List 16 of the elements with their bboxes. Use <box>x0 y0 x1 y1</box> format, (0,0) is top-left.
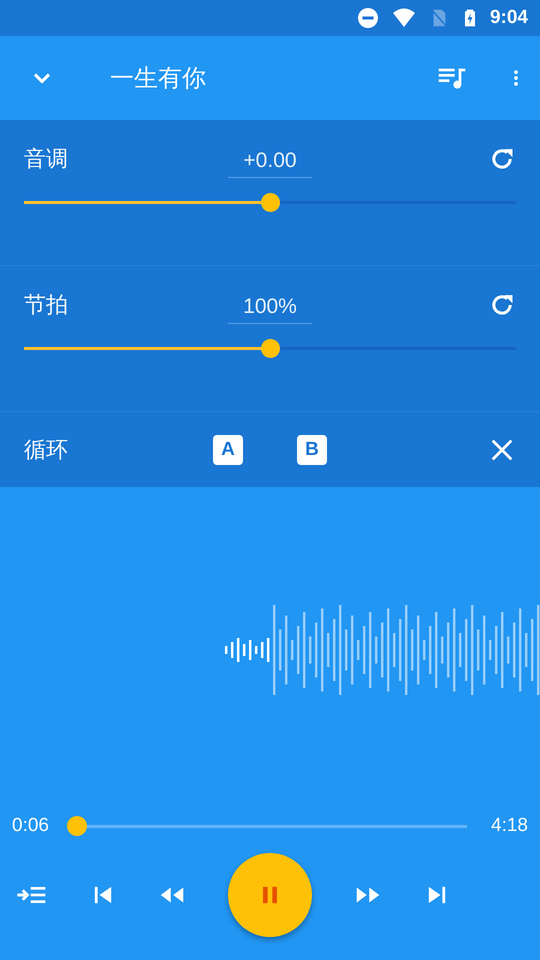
value-field[interactable]: +0.00 <box>228 148 312 178</box>
do-not-disturb-icon <box>356 6 380 30</box>
loop-label: 循环 <box>24 436 69 464</box>
status-time: 9:04 <box>490 7 528 29</box>
elapsed-time: 0:06 <box>12 815 49 837</box>
slider-thumb[interactable] <box>260 338 280 358</box>
value-field[interactable]: 100% <box>228 294 312 324</box>
loop-end-button[interactable]: B <box>297 434 327 464</box>
loop-start-button[interactable]: A <box>213 434 243 464</box>
total-time: 4:18 <box>491 815 528 837</box>
song-title: 一生有你 <box>110 64 207 94</box>
slider-thumb[interactable] <box>260 192 280 212</box>
setting-label: 节拍 <box>24 291 69 319</box>
seek-thumb[interactable] <box>66 816 87 836</box>
play-pause-button[interactable] <box>228 853 312 937</box>
setting-label: 音调 <box>24 145 69 173</box>
